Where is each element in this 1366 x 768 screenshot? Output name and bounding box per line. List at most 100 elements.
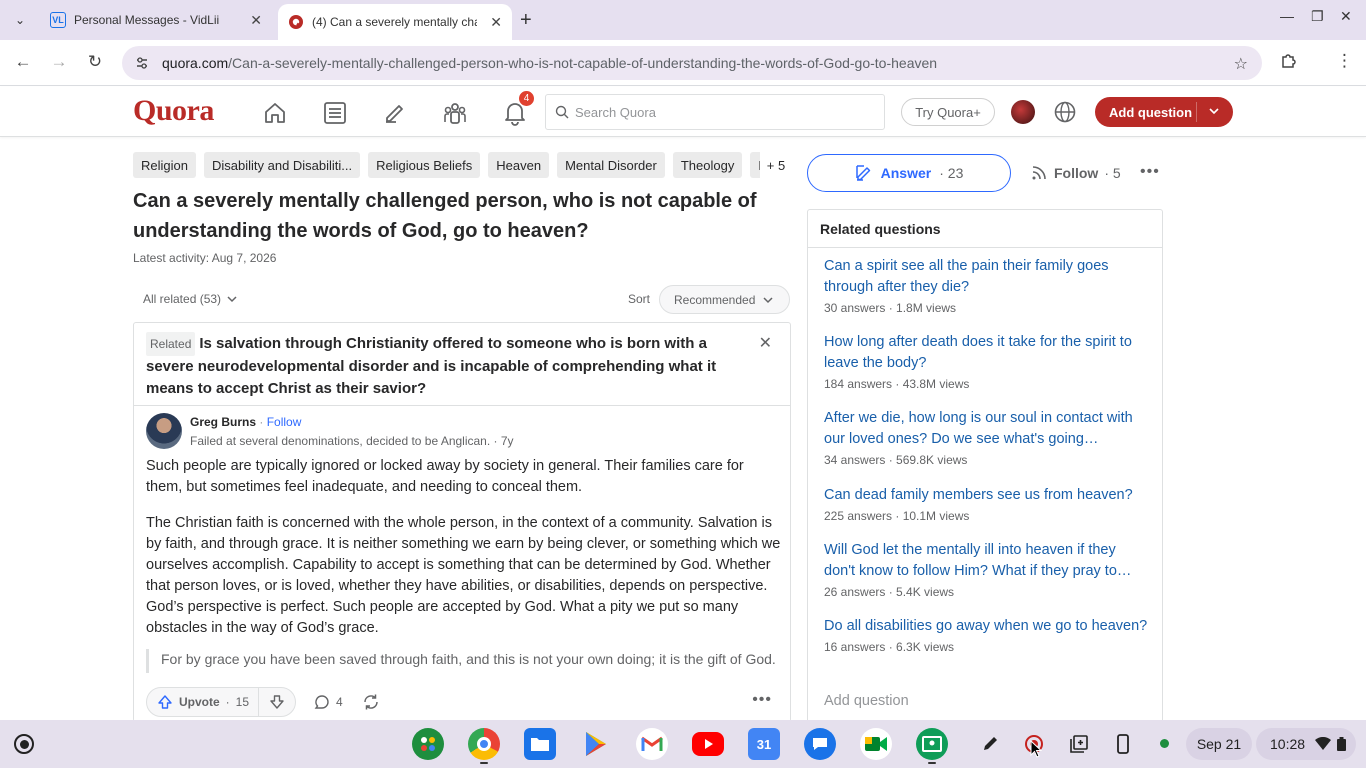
related-question-link[interactable]: Can a spirit see all the pain their fami… bbox=[824, 256, 1149, 298]
tab-search-chevron-icon[interactable]: ⌄ bbox=[8, 8, 32, 32]
address-bar[interactable]: quora.com/Can-a-severely-mentally-challe… bbox=[122, 46, 1262, 80]
topic-chip[interactable]: Religion bbox=[133, 152, 196, 178]
add-question-label: Add question bbox=[1109, 104, 1193, 120]
related-question-link[interactable]: After we die, how long is our soul in co… bbox=[824, 408, 1149, 450]
browser-menu-icon[interactable]: ⋮ bbox=[1336, 51, 1353, 71]
close-window-icon[interactable]: ✕ bbox=[1340, 8, 1352, 25]
app-grid-icon[interactable] bbox=[412, 728, 444, 760]
running-indicator bbox=[480, 762, 488, 764]
chevron-down-icon[interactable] bbox=[1209, 106, 1219, 116]
more-topics-button[interactable]: + 5 bbox=[760, 152, 792, 178]
reshare-icon[interactable] bbox=[362, 693, 380, 711]
user-avatar[interactable] bbox=[1011, 100, 1035, 124]
author-name[interactable]: Greg Burns bbox=[190, 415, 256, 429]
extensions-puzzle-icon[interactable] bbox=[1280, 51, 1298, 74]
files-folder-icon[interactable] bbox=[524, 728, 556, 760]
browser-tab-quora[interactable]: (4) Can a severely mentally cha ✕ bbox=[278, 4, 512, 40]
quora-logo[interactable]: Quora bbox=[133, 94, 214, 128]
quora-header: Quora 4 Try Quora+ Add question bbox=[0, 87, 1366, 137]
play-store-icon[interactable] bbox=[580, 728, 612, 760]
sort-label: Sort bbox=[628, 292, 651, 306]
close-tab-icon[interactable]: ✕ bbox=[250, 12, 262, 29]
divider bbox=[808, 247, 1162, 248]
following-feed-icon[interactable] bbox=[321, 99, 349, 127]
topic-chip[interactable]: Religious Beliefs bbox=[368, 152, 481, 178]
search-input[interactable] bbox=[575, 104, 865, 120]
follow-question-button[interactable]: Follow · 5 bbox=[1030, 164, 1121, 182]
new-tab-button[interactable]: + bbox=[520, 8, 532, 32]
author-credential: Failed at several denominations, decided… bbox=[190, 434, 514, 448]
browser-tab-vidlii[interactable]: VL Personal Messages - VidLii ✕ bbox=[40, 0, 272, 40]
status-area[interactable]: 10:28 bbox=[1256, 728, 1356, 760]
upvote-count: 15 bbox=[235, 695, 250, 709]
upvote-button[interactable]: Upvote · 15 bbox=[147, 688, 259, 716]
related-question-stats: 225 answers · 10.1M views bbox=[824, 509, 970, 523]
button-divider bbox=[1196, 102, 1197, 122]
answer-button[interactable]: Answer · 23 bbox=[807, 154, 1011, 192]
spaces-people-icon[interactable] bbox=[441, 99, 469, 127]
messages-chat-icon[interactable] bbox=[804, 728, 836, 760]
topic-chip[interactable]: Mental Disorder bbox=[557, 152, 665, 178]
language-globe-icon[interactable] bbox=[1053, 100, 1077, 124]
bookmark-star-icon[interactable]: ☆ bbox=[1234, 54, 1248, 74]
youtube-icon[interactable] bbox=[692, 732, 724, 756]
author-avatar[interactable] bbox=[146, 413, 182, 449]
date-indicator[interactable]: Sep 21 bbox=[1186, 728, 1252, 760]
pen-stylus-icon[interactable] bbox=[978, 732, 1002, 756]
follow-author-link[interactable]: Follow bbox=[267, 415, 302, 429]
related-question-item: Can dead family members see us from heav… bbox=[824, 485, 1149, 523]
divider bbox=[134, 405, 790, 406]
answer-actions: Upvote · 15 4 ••• bbox=[134, 683, 790, 721]
forward-arrow-icon[interactable]: → bbox=[48, 52, 70, 72]
sort-dropdown[interactable]: Recommended bbox=[659, 285, 790, 314]
related-question-link[interactable]: How long after death does it take for th… bbox=[824, 332, 1149, 374]
restore-window-icon[interactable]: ❐ bbox=[1311, 8, 1324, 25]
author-line: Greg Burns · Follow bbox=[190, 415, 301, 429]
related-question-heading[interactable]: Related Is salvation through Christianity… bbox=[146, 332, 746, 400]
gmail-icon[interactable] bbox=[636, 728, 668, 760]
topic-chip[interactable]: Disability and Disabiliti... bbox=[203, 152, 361, 178]
comments-button[interactable]: 4 bbox=[314, 694, 343, 710]
answer-pencil-icon[interactable] bbox=[381, 99, 409, 127]
classroom-icon[interactable] bbox=[916, 728, 948, 760]
related-questions-panel: Related questions Can a spirit see all t… bbox=[807, 209, 1163, 724]
launcher-icon[interactable] bbox=[14, 734, 34, 754]
screenshot-capture-icon[interactable] bbox=[1067, 732, 1091, 756]
downvote-arrow-icon bbox=[270, 695, 284, 709]
question-more-options-icon[interactable]: ••• bbox=[1140, 163, 1160, 181]
chevron-down-icon bbox=[763, 296, 773, 303]
url-text: quora.com/Can-a-severely-mentally-challe… bbox=[162, 55, 938, 71]
site-info-icon[interactable] bbox=[134, 55, 150, 71]
more-options-icon[interactable]: ••• bbox=[752, 691, 772, 709]
related-question-link[interactable]: Do all disabilities go away when we go t… bbox=[824, 616, 1149, 637]
battery-icon bbox=[1337, 737, 1347, 751]
related-question-link[interactable]: Will God let the mentally ill into heave… bbox=[824, 540, 1149, 582]
topic-chip[interactable]: Heaven bbox=[488, 152, 550, 178]
back-arrow-icon[interactable]: ← bbox=[12, 52, 34, 72]
minimize-window-icon[interactable]: — bbox=[1280, 8, 1294, 24]
answer-count: · 23 bbox=[939, 165, 964, 181]
try-quora-plus-button[interactable]: Try Quora+ bbox=[901, 98, 995, 126]
search-box[interactable] bbox=[545, 94, 885, 130]
phone-hub-icon[interactable] bbox=[1111, 732, 1135, 756]
running-indicator bbox=[928, 762, 936, 764]
related-answer-card: Related Is salvation through Christianity… bbox=[133, 322, 791, 722]
add-question-link[interactable]: Add question bbox=[824, 693, 909, 709]
tab-title: (4) Can a severely mentally cha bbox=[312, 15, 477, 29]
reload-icon[interactable]: ↻ bbox=[84, 52, 106, 72]
close-icon[interactable]: ✕ bbox=[759, 333, 772, 353]
chrome-icon[interactable] bbox=[468, 728, 500, 760]
add-question-button[interactable]: Add question bbox=[1095, 97, 1233, 127]
all-related-dropdown[interactable]: All related (53) bbox=[143, 292, 237, 306]
downvote-button[interactable] bbox=[259, 694, 295, 710]
related-question-stats: 26 answers · 5.4K views bbox=[824, 585, 955, 599]
pencil-icon bbox=[855, 165, 870, 181]
latest-activity: Latest activity: Aug 7, 2026 bbox=[133, 251, 277, 265]
meet-video-icon[interactable] bbox=[860, 728, 892, 760]
topic-chip[interactable]: Theology bbox=[672, 152, 743, 178]
calendar-icon[interactable]: 31 bbox=[748, 728, 780, 760]
related-question-link[interactable]: Can dead family members see us from heav… bbox=[824, 485, 1149, 506]
close-tab-icon[interactable]: ✕ bbox=[490, 14, 502, 31]
home-icon[interactable] bbox=[261, 99, 289, 127]
related-question-text[interactable]: Is salvation through Christianity offere… bbox=[146, 335, 716, 397]
